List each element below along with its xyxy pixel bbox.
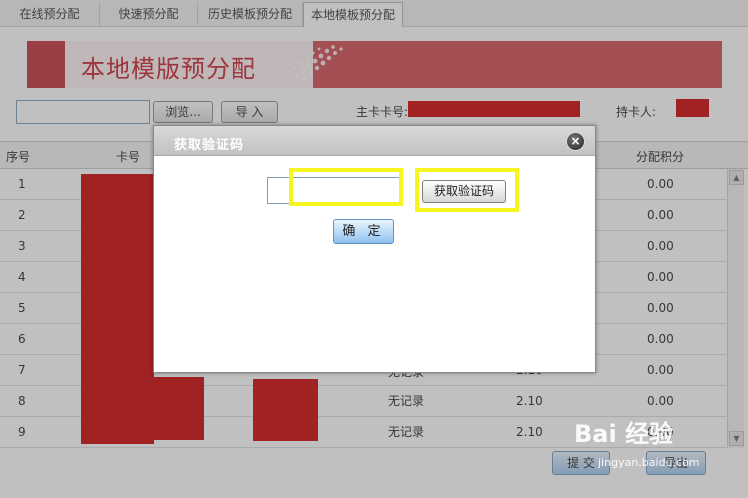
dialog-title-bar: 获取验证码 ×	[154, 126, 595, 156]
close-icon[interactable]: ×	[566, 132, 585, 151]
verification-code-dialog: 获取验证码 × 获取验证码 确 定	[153, 125, 596, 373]
confirm-button[interactable]: 确 定	[333, 219, 394, 244]
baidu-watermark: Bai 经验	[574, 420, 674, 448]
dialog-title: 获取验证码	[174, 138, 245, 153]
button-highlight-box	[415, 168, 519, 212]
input-highlight-box	[289, 168, 403, 206]
watermark-url: jingyan.baidu.com	[598, 456, 700, 469]
